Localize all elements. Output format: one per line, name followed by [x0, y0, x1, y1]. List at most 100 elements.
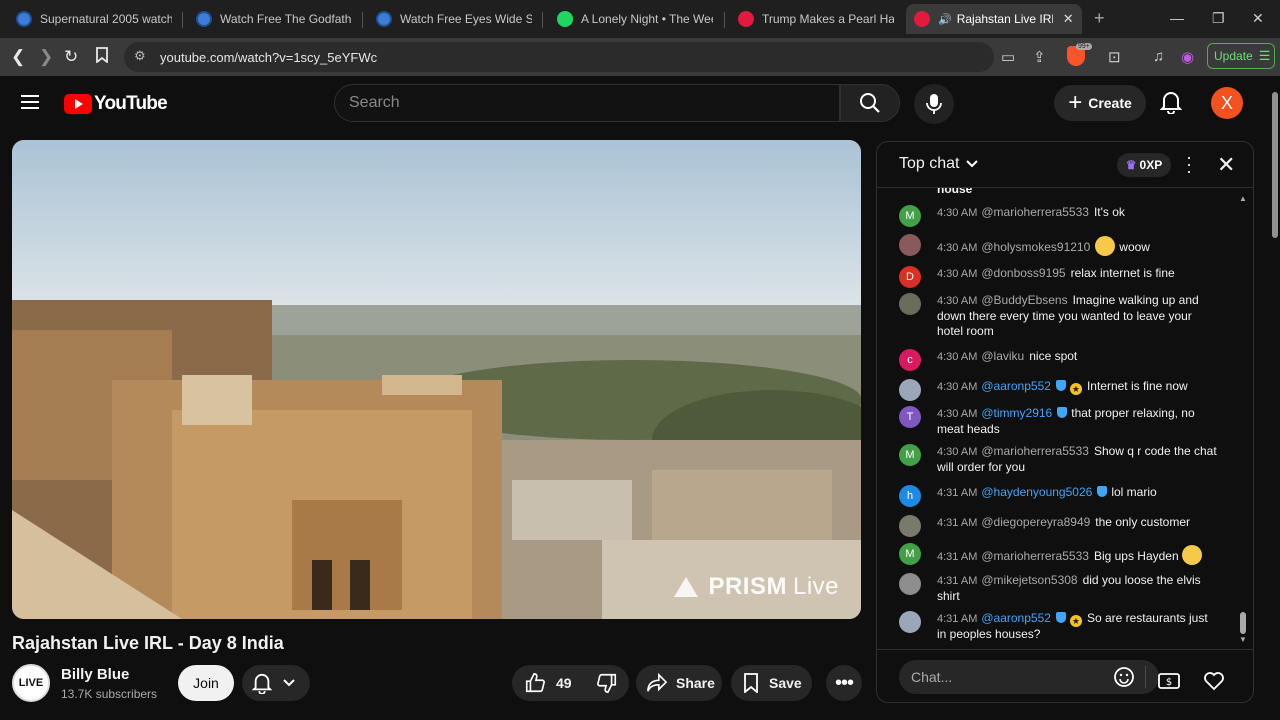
scroll-up-icon[interactable]: ▲	[1239, 194, 1247, 203]
forward-icon[interactable]: ❯	[39, 47, 53, 67]
like-button[interactable]: 49	[512, 665, 584, 701]
chat-message[interactable]: 4:31 AM @aaronp552 ★ So are restaurants jus…	[899, 611, 1219, 642]
chat-message[interactable]: 4:30 AM @aaronp552 ★ Internet is fine now	[899, 379, 1219, 401]
share-button[interactable]: Share	[636, 665, 722, 701]
tab-title: Rajahstan Live IRL	[956, 12, 1053, 26]
chat-message[interactable]: 4:30 AM @BuddyEbsens Imagine walking up an…	[899, 293, 1219, 339]
guide-menu-icon[interactable]	[21, 95, 39, 109]
chat-message[interactable]: h 4:31 AM @haydenyoung5026 lol mario	[899, 485, 1219, 507]
chat-avatar[interactable]: M	[899, 543, 921, 565]
chat-message[interactable]: M 4:31 AM @marioherrera5533 Big ups Hayden	[899, 543, 1219, 565]
chat-author[interactable]: @aaronp552	[981, 379, 1051, 393]
chat-author[interactable]: @laviku	[981, 349, 1024, 363]
chat-avatar[interactable]	[899, 234, 921, 256]
chat-message[interactable]: 4:30 AM @holysmokes91210 woow	[899, 234, 1219, 256]
chat-author[interactable]: @marioherrera5533	[981, 205, 1089, 219]
browser-tab[interactable]: Trump Makes a Pearl Harb	[730, 4, 902, 34]
emoji-picker-icon[interactable]	[1113, 666, 1135, 693]
bookmark-icon[interactable]	[95, 47, 109, 68]
top-chat-dropdown[interactable]: Top chat	[899, 155, 979, 173]
chat-message[interactable]: c 4:30 AM @laviku nice spot	[899, 349, 1219, 371]
channel-avatar[interactable]: LIVE	[12, 664, 50, 702]
chat-avatar[interactable]: M	[899, 205, 921, 227]
dislike-button[interactable]	[584, 665, 630, 701]
browser-tab[interactable]: Watch Free The Godfather	[188, 4, 360, 34]
chat-author[interactable]: @mikejetson5308	[981, 573, 1077, 587]
browser-tab-active[interactable]: 🔊 Rajahstan Live IRL ✕	[906, 4, 1082, 34]
like-count: 49	[556, 675, 572, 691]
chat-avatar[interactable]	[899, 379, 921, 401]
create-button[interactable]: + Create	[1054, 85, 1146, 121]
chat-avatar[interactable]: T	[899, 406, 921, 428]
channel-name[interactable]: Billy Blue	[61, 666, 129, 683]
account-avatar[interactable]: X	[1211, 87, 1243, 119]
chat-avatar[interactable]	[899, 515, 921, 537]
save-button[interactable]: Save	[731, 665, 812, 701]
search-button[interactable]	[840, 84, 900, 122]
chat-message[interactable]: 4:31 AM @mikejetson5308 did you loose the …	[899, 573, 1219, 604]
reload-icon[interactable]: ↻	[64, 47, 78, 67]
cast-icon[interactable]: ▭	[1001, 48, 1015, 66]
speaker-icon[interactable]: 🔊	[938, 13, 952, 26]
notifications-bell-icon[interactable]	[1159, 90, 1183, 119]
chat-message[interactable]: M 4:30 AM @marioherrera5533 It's ok	[899, 205, 1219, 227]
chat-avatar[interactable]	[899, 573, 921, 595]
sidebar-icon[interactable]: ⊡	[1108, 48, 1121, 66]
window-close-icon[interactable]: ✕	[1252, 10, 1264, 27]
chat-author[interactable]: @donboss9195	[981, 266, 1065, 280]
back-icon[interactable]: ❮	[11, 47, 25, 67]
more-actions-button[interactable]: •••	[826, 665, 862, 701]
address-bar[interactable]: ⚙ youtube.com/watch?v=1scy_5eYFWc	[124, 42, 994, 72]
chat-author[interactable]: @marioherrera5533	[981, 444, 1089, 458]
chat-message[interactable]: 4:31 AM @diegopereyra8949 the only custome…	[899, 515, 1219, 537]
chat-avatar[interactable]: M	[899, 444, 921, 466]
crown-icon: ♛	[1125, 158, 1137, 172]
youtube-logo[interactable]: YouTube	[64, 93, 168, 115]
chat-avatar[interactable]	[899, 293, 921, 315]
chat-message[interactable]: T 4:30 AM @timmy2916 that proper relaxing,…	[899, 406, 1219, 437]
leo-ai-icon[interactable]: ◉	[1181, 48, 1194, 66]
chat-author[interactable]: @diegopereyra8949	[981, 515, 1090, 529]
chat-author[interactable]: @BuddyEbsens	[981, 293, 1067, 307]
subscribed-notifications-button[interactable]	[242, 665, 310, 701]
chat-avatar[interactable]: c	[899, 349, 921, 371]
restore-icon[interactable]: ❐	[1212, 10, 1225, 27]
voice-search-button[interactable]	[914, 84, 954, 124]
page-scrollbar-thumb[interactable]	[1272, 92, 1278, 238]
browser-tab[interactable]: A Lonely Night • The Week	[549, 4, 721, 34]
chat-options-icon[interactable]: · · ·	[1185, 148, 1193, 180]
tab-close-icon[interactable]: ✕	[1063, 11, 1074, 27]
xp-badge[interactable]: ♛ 0XP	[1117, 153, 1171, 177]
chat-close-icon[interactable]: ✕	[1217, 152, 1235, 178]
chat-scrollbar[interactable]: ▲ ▼	[1239, 194, 1247, 644]
minimize-icon[interactable]: —	[1170, 10, 1184, 26]
browser-tab[interactable]: Watch Free Eyes Wide Shut	[368, 4, 540, 34]
chat-author[interactable]: @holysmokes91210	[981, 240, 1090, 254]
video-player[interactable]: PRISM Live	[12, 140, 861, 619]
chat-avatar[interactable]: D	[899, 266, 921, 288]
prism-live-watermark: PRISM Live	[674, 573, 839, 601]
chat-message[interactable]: D 4:30 AM @donboss9195 relax internet is f…	[899, 266, 1219, 288]
new-tab-icon[interactable]: +	[1094, 8, 1105, 29]
chat-avatar[interactable]	[899, 611, 921, 633]
chat-author[interactable]: @marioherrera5533	[981, 549, 1089, 563]
super-chat-icon[interactable]: $	[1157, 671, 1181, 696]
chat-author[interactable]: @timmy2916	[981, 406, 1052, 420]
prism-logo-icon	[674, 577, 699, 597]
chat-scroll-thumb[interactable]	[1240, 612, 1246, 634]
browser-tab[interactable]: Supernatural 2005 watch fr	[8, 4, 180, 34]
chat-avatar[interactable]: h	[899, 485, 921, 507]
chat-author[interactable]: @haydenyoung5026	[981, 485, 1092, 499]
chat-input[interactable]	[899, 660, 1089, 694]
search-input[interactable]	[335, 85, 805, 121]
media-icon[interactable]: ♫	[1153, 48, 1164, 65]
share-page-icon[interactable]: ⇪	[1033, 48, 1046, 66]
chat-author[interactable]: @aaronp552	[981, 611, 1051, 625]
update-button[interactable]: Update ☰	[1207, 43, 1275, 69]
scroll-down-icon[interactable]: ▼	[1239, 635, 1247, 644]
site-settings-icon[interactable]: ⚙	[134, 48, 146, 64]
thumbs-up-icon	[525, 673, 545, 693]
heart-reaction-icon[interactable]	[1203, 671, 1225, 696]
chat-message[interactable]: M 4:30 AM @marioherrera5533 Show q r code …	[899, 444, 1219, 475]
join-button[interactable]: Join	[178, 665, 234, 701]
